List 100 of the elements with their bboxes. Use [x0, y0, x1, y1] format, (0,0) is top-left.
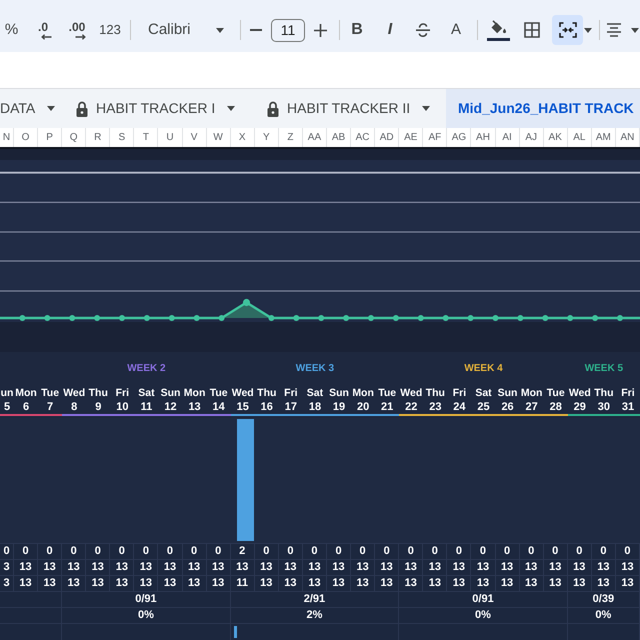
chart-point [392, 315, 399, 321]
table-cell: 13 [14, 576, 38, 592]
day-name: Fri [284, 388, 298, 398]
chart-point [218, 315, 225, 321]
merge-button[interactable] [552, 15, 583, 45]
right-arrow-icon[interactable] [74, 34, 86, 40]
table-cell: 13 [110, 576, 134, 592]
sheet-tab[interactable]: DATA [0, 89, 62, 128]
day-name: Mon [184, 388, 206, 398]
day-name: Thu [257, 388, 276, 398]
table-cell: 13 [568, 576, 592, 592]
day-number: 14 [212, 402, 225, 412]
align-center-icon[interactable] [606, 23, 622, 37]
table-cell: 0 [278, 544, 303, 560]
table-cell: 0/39 [568, 592, 640, 608]
day-number: 21 [381, 402, 394, 412]
table-cell: 2 [230, 544, 255, 560]
table-cell: 0 [254, 544, 279, 560]
day-number: 30 [598, 402, 610, 412]
table-cell: 0 [327, 544, 352, 560]
table-cell: 13 [38, 560, 62, 576]
day-number: 18 [308, 402, 322, 412]
day-name: Sat [138, 388, 155, 398]
table-cell: 13 [327, 576, 352, 592]
table-cell: 0 [14, 544, 38, 560]
day-number: 10 [116, 402, 128, 412]
caret-icon[interactable] [216, 28, 224, 32]
number-format-button[interactable]: 123 [91, 15, 129, 45]
font-size-field[interactable]: 11 [271, 18, 305, 42]
chart-point [368, 315, 374, 321]
day-name: Mon [15, 388, 37, 398]
table-cell: 13 [375, 560, 400, 576]
day-name: Sat [306, 388, 324, 398]
table-cell: 3 [0, 576, 14, 592]
chart-point [468, 315, 474, 321]
day-number: 5 [4, 402, 10, 412]
strikethrough-icon[interactable] [415, 22, 431, 38]
table-cell: 0% [568, 608, 640, 624]
chart-point [567, 315, 574, 321]
table-cell: 13 [399, 560, 424, 576]
table-cell: 11 [230, 576, 255, 592]
day-number: 8 [71, 402, 78, 412]
caret-icon[interactable] [422, 106, 430, 111]
italic-button[interactable]: I [374, 15, 406, 45]
table-cell: 0 [447, 544, 472, 560]
day-name: Wed [232, 388, 254, 398]
table-cell: 13 [544, 576, 568, 592]
caret-icon[interactable] [227, 106, 236, 111]
table-cell: 13 [110, 560, 134, 576]
table-cell: 0 [351, 544, 376, 560]
bold-button[interactable]: B [340, 15, 374, 45]
table-cell: 13 [62, 560, 86, 576]
table-cell: 13 [134, 576, 158, 592]
inward-arrows-icon[interactable] [558, 22, 576, 38]
day-name: Sun [498, 388, 518, 398]
font-dropdown[interactable]: Calibri [131, 15, 232, 45]
chart-point [343, 315, 350, 321]
decrease-decimals-button[interactable]: .0 [23, 15, 63, 45]
grid-icon[interactable] [524, 22, 540, 38]
chart-point [418, 315, 424, 321]
sheet-tab[interactable]: HABIT TRACKER II [250, 89, 446, 128]
paint-bucket-icon[interactable] [489, 20, 507, 34]
table-cell: 2/91 [230, 592, 400, 608]
caret-icon[interactable] [584, 28, 592, 32]
caret-icon[interactable] [47, 106, 56, 111]
percent-button[interactable]: % [0, 15, 23, 45]
day-name: Tue [210, 388, 228, 398]
week-label: WEEK 2 [127, 364, 166, 374]
chart-point [44, 315, 50, 321]
day-name: Fri [621, 388, 635, 398]
caret-icon[interactable] [631, 28, 639, 32]
table-cell: 13 [423, 576, 448, 592]
day-name: Wed [63, 388, 86, 398]
chart-point [119, 315, 125, 321]
day-number: 15 [236, 402, 249, 412]
table-cell: 13 [327, 560, 352, 576]
table-cell: 13 [471, 576, 496, 592]
sheet-tab[interactable]: Mid_Jun26_HABIT TRACK [446, 89, 640, 128]
sheet-tab[interactable]: HABIT TRACKER I [62, 89, 250, 128]
table-cell: 0 [423, 544, 448, 560]
increase-decimals-button[interactable]: .00 [63, 15, 91, 45]
table-cell: 13 [158, 576, 183, 592]
day-number: 31 [622, 402, 634, 412]
table-cell: 0 [62, 544, 86, 560]
table-cell: 0 [134, 544, 158, 560]
table-cell: 3 [0, 560, 14, 576]
day-number: 23 [429, 402, 442, 412]
table-cell: 0 [520, 544, 544, 560]
table-cell: 0 [375, 544, 400, 560]
table-cell: 13 [592, 576, 616, 592]
week-label: WEEK 4 [464, 364, 503, 374]
text-color-button[interactable]: A [440, 15, 472, 45]
day-name: Thu [88, 388, 108, 398]
day-name: Thu [426, 388, 445, 398]
left-arrow-icon[interactable] [40, 34, 52, 40]
plus-icon[interactable] [314, 24, 326, 36]
table-cell: 13 [423, 560, 448, 576]
chart-point [517, 315, 524, 321]
chart-point [144, 315, 150, 321]
week-label: WEEK 5 [584, 364, 624, 374]
